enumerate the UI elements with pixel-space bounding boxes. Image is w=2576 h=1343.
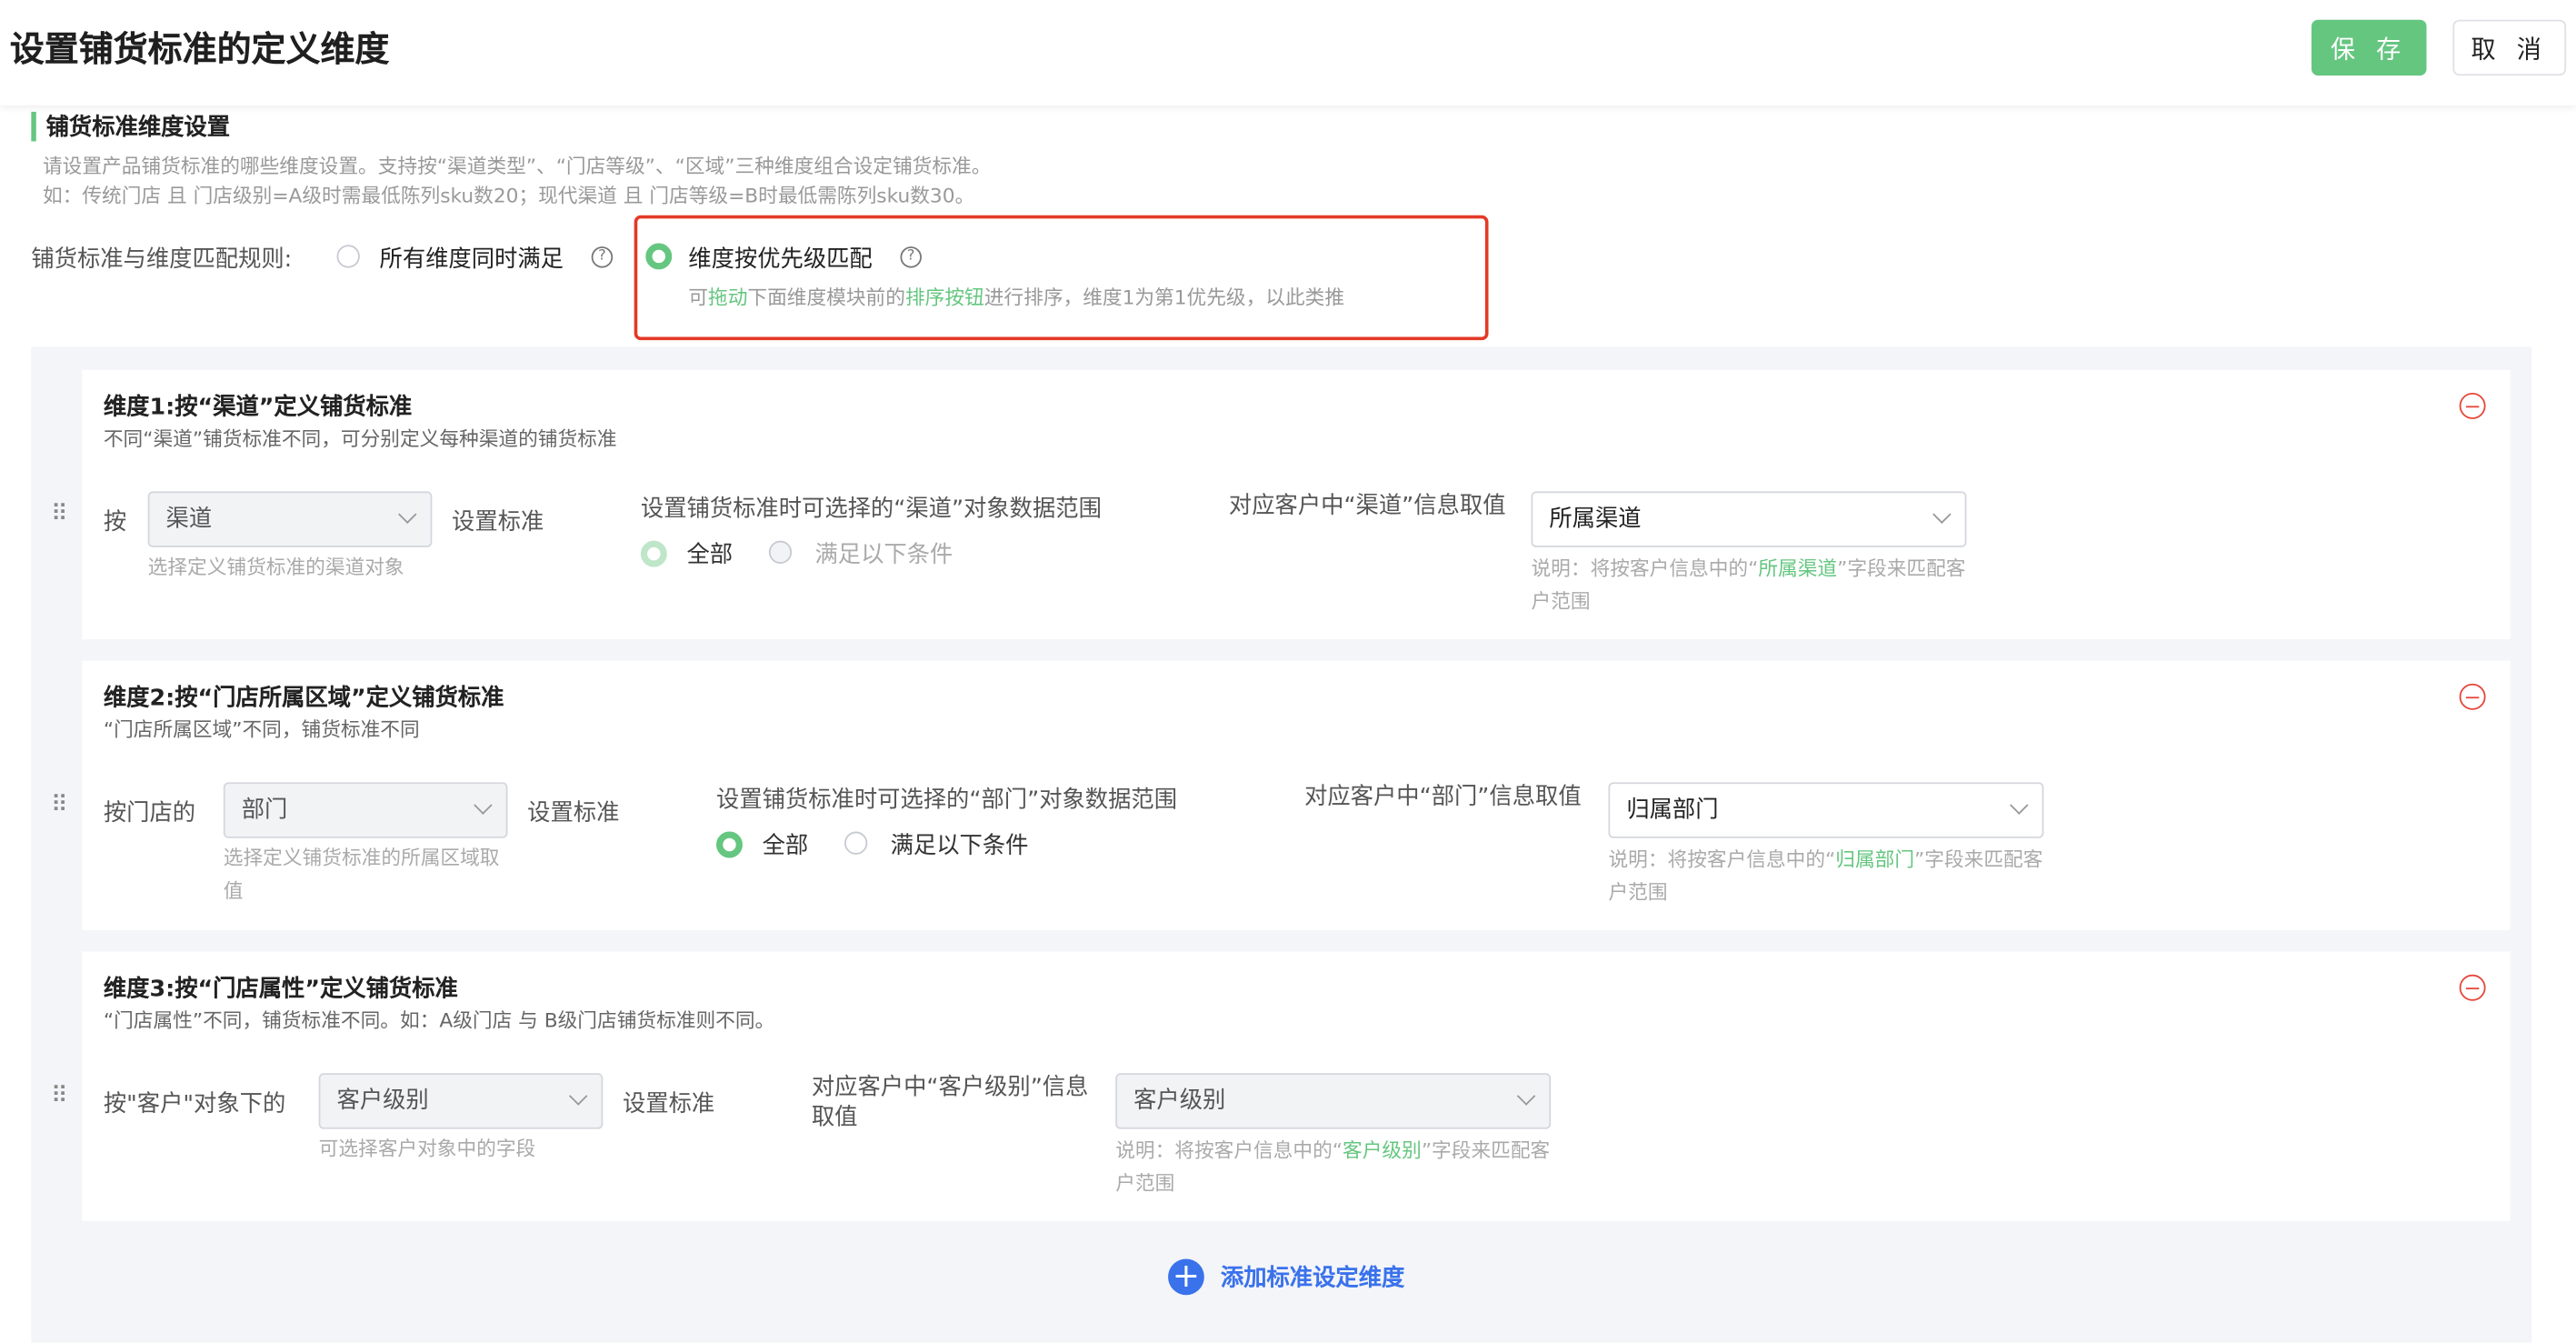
map-label: 对应客户中“客户级别”信息取值 (811, 1075, 1089, 1131)
note-field: 归属部门 (1835, 847, 1915, 871)
map-label: 对应客户中“渠道”信息取值 (1228, 493, 1506, 520)
hint-sort-button: 排序按钮 (904, 286, 984, 309)
select-value: 归属部门 (1626, 797, 1719, 824)
note-text: 说明：将按客户信息中的“ (1531, 556, 1759, 581)
chevron-down-icon (474, 796, 493, 815)
dimension-card-2: 维度2:按“门店所属区域”定义铺货标准 “门店所属区域”不同，铺货标准不同 ⠿ … (51, 660, 2511, 930)
select-value: 客户级别 (1133, 1087, 1226, 1115)
cancel-button[interactable]: 取 消 (2452, 19, 2567, 76)
chevron-down-icon (1932, 505, 1952, 524)
radio-range-all-label: 全部 (762, 833, 809, 860)
dimension-select: 渠道 (147, 491, 433, 547)
map-note: 说明：将按客户信息中的“归属部门”字段来匹配客户范围 (1608, 843, 2043, 908)
select-hint: 选择定义铺货标准的所属区域取值 (223, 846, 500, 903)
map-select[interactable]: 归属部门 (1608, 782, 2044, 838)
set-standard-label: 设置标准 (452, 509, 544, 536)
hint-drag: 拖动 (708, 286, 748, 309)
help-icon[interactable]: ? (591, 246, 614, 268)
map-select[interactable]: 客户级别 (1115, 1073, 1552, 1129)
note-text: 说明：将按客户信息中的“ (1115, 1138, 1343, 1162)
note-field: 所属渠道 (1758, 556, 1838, 581)
radio-range-conditions[interactable] (844, 831, 868, 855)
drag-handle-icon[interactable]: ⠿ (51, 501, 68, 527)
page-title: 设置铺货标准的定义维度 (9, 29, 390, 69)
drag-handle-icon[interactable]: ⠿ (51, 792, 68, 818)
radio-range-conditions-label: 满足以下条件 (814, 542, 954, 569)
highlight-box (634, 215, 1489, 341)
range-label: 设置铺货标准时可选择的“渠道”对象数据范围 (640, 496, 1102, 523)
drag-handle-icon[interactable]: ⠿ (51, 1083, 68, 1109)
map-select[interactable]: 所属渠道 (1531, 491, 1967, 547)
select-value: 客户级别 (336, 1087, 429, 1115)
radio-priority-match-label: 维度按优先级匹配 (688, 246, 873, 274)
hint-text: 进行排序，维度1为第1优先级，以此类推 (983, 286, 1345, 309)
header: 设置铺货标准的定义维度 保 存 取 消 (0, 0, 2576, 105)
radio-all-dimensions[interactable] (336, 245, 360, 268)
range-label: 设置铺货标准时可选择的“部门”对象数据范围 (716, 787, 1178, 814)
prefix-label: 按门店的 (103, 800, 196, 827)
select-value: 渠道 (165, 506, 213, 533)
dimension-select[interactable]: 客户级别 (318, 1073, 604, 1129)
map-note: 说明：将按客户信息中的“客户级别”字段来匹配客户范围 (1115, 1134, 1551, 1199)
priority-hint: 可拖动下面维度模块前的排序按钮进行排序，维度1为第1优先级，以此类推 (688, 283, 1344, 311)
add-dimension-plus-icon[interactable]: + (1168, 1258, 1204, 1296)
save-button[interactable]: 保 存 (2311, 19, 2427, 76)
set-standard-label: 设置标准 (527, 800, 620, 827)
remove-dimension-icon[interactable] (2459, 392, 2486, 419)
radio-priority-match[interactable] (645, 243, 673, 270)
hint-text: 下面维度模块前的 (747, 286, 905, 309)
card-title: 维度1:按“渠道”定义铺货标准 (103, 394, 413, 421)
help-icon[interactable]: ? (900, 246, 922, 268)
dimension-card-3: 维度3:按“门店属性”定义铺货标准 “门店属性”不同，铺货标准不同。如：A级门店… (51, 951, 2511, 1221)
prefix-label: 按 (103, 509, 127, 536)
remove-dimension-icon[interactable] (2459, 974, 2486, 1001)
radio-range-conditions (768, 540, 793, 564)
section-title: 铺货标准维度设置 (45, 115, 231, 142)
radio-range-all (640, 540, 667, 567)
dimension-card-1: 维度1:按“渠道”定义铺货标准 不同“渠道”铺货标准不同，可分别定义每种渠道的铺… (51, 369, 2511, 640)
chevron-down-icon (398, 505, 417, 524)
card-subtitle: “门店属性”不同，铺货标准不同。如：A级门店 与 B级门店铺货标准则不同。 (103, 1008, 775, 1033)
select-value: 所属渠道 (1549, 506, 1642, 533)
add-dimension-button[interactable]: 添加标准设定维度 (1221, 1260, 1404, 1293)
section-desc: 请设置产品铺货标准的哪些维度设置。支持按“渠道类型”、“门店等级”、“区域”三种… (42, 154, 992, 178)
select-value: 部门 (241, 797, 288, 824)
select-hint: 可选择客户对象中的字段 (318, 1137, 536, 1161)
section-example: 如：传统门店 且 门店级别=A级时需最低陈列sku数20；现代渠道 且 门店等级… (42, 184, 975, 207)
chevron-down-icon (2010, 796, 2029, 815)
set-standard-label: 设置标准 (623, 1091, 715, 1118)
card-subtitle: 不同“渠道”铺货标准不同，可分别定义每种渠道的铺货标准 (103, 426, 617, 451)
dimension-select: 部门 (223, 782, 508, 838)
radio-range-all[interactable] (716, 831, 743, 858)
note-field: 客户级别 (1343, 1138, 1422, 1162)
chevron-down-icon (568, 1087, 588, 1106)
prefix-label: 按"客户"对象下的 (103, 1091, 286, 1118)
card-title: 维度2:按“门店所属区域”定义铺货标准 (103, 685, 504, 712)
hint-text: 可 (688, 286, 709, 309)
radio-range-all-label: 全部 (686, 542, 734, 569)
map-note: 说明：将按客户信息中的“所属渠道”字段来匹配客户范围 (1531, 552, 1966, 617)
remove-dimension-icon[interactable] (2459, 683, 2486, 710)
select-hint: 选择定义铺货标准的渠道对象 (147, 555, 404, 579)
note-text: 说明：将按客户信息中的“ (1608, 847, 1836, 871)
card-title: 维度3:按“门店属性”定义铺货标准 (103, 976, 458, 1003)
chevron-down-icon (1516, 1087, 1536, 1106)
match-rule-label: 铺货标准与维度匹配规则: (31, 246, 293, 274)
radio-all-dimensions-label: 所有维度同时满足 (379, 246, 564, 274)
section-accent-bar (31, 111, 36, 142)
card-subtitle: “门店所属区域”不同，铺货标准不同 (103, 717, 420, 742)
map-label: 对应客户中“部门”信息取值 (1304, 784, 1582, 811)
radio-range-conditions-label: 满足以下条件 (890, 833, 1029, 860)
